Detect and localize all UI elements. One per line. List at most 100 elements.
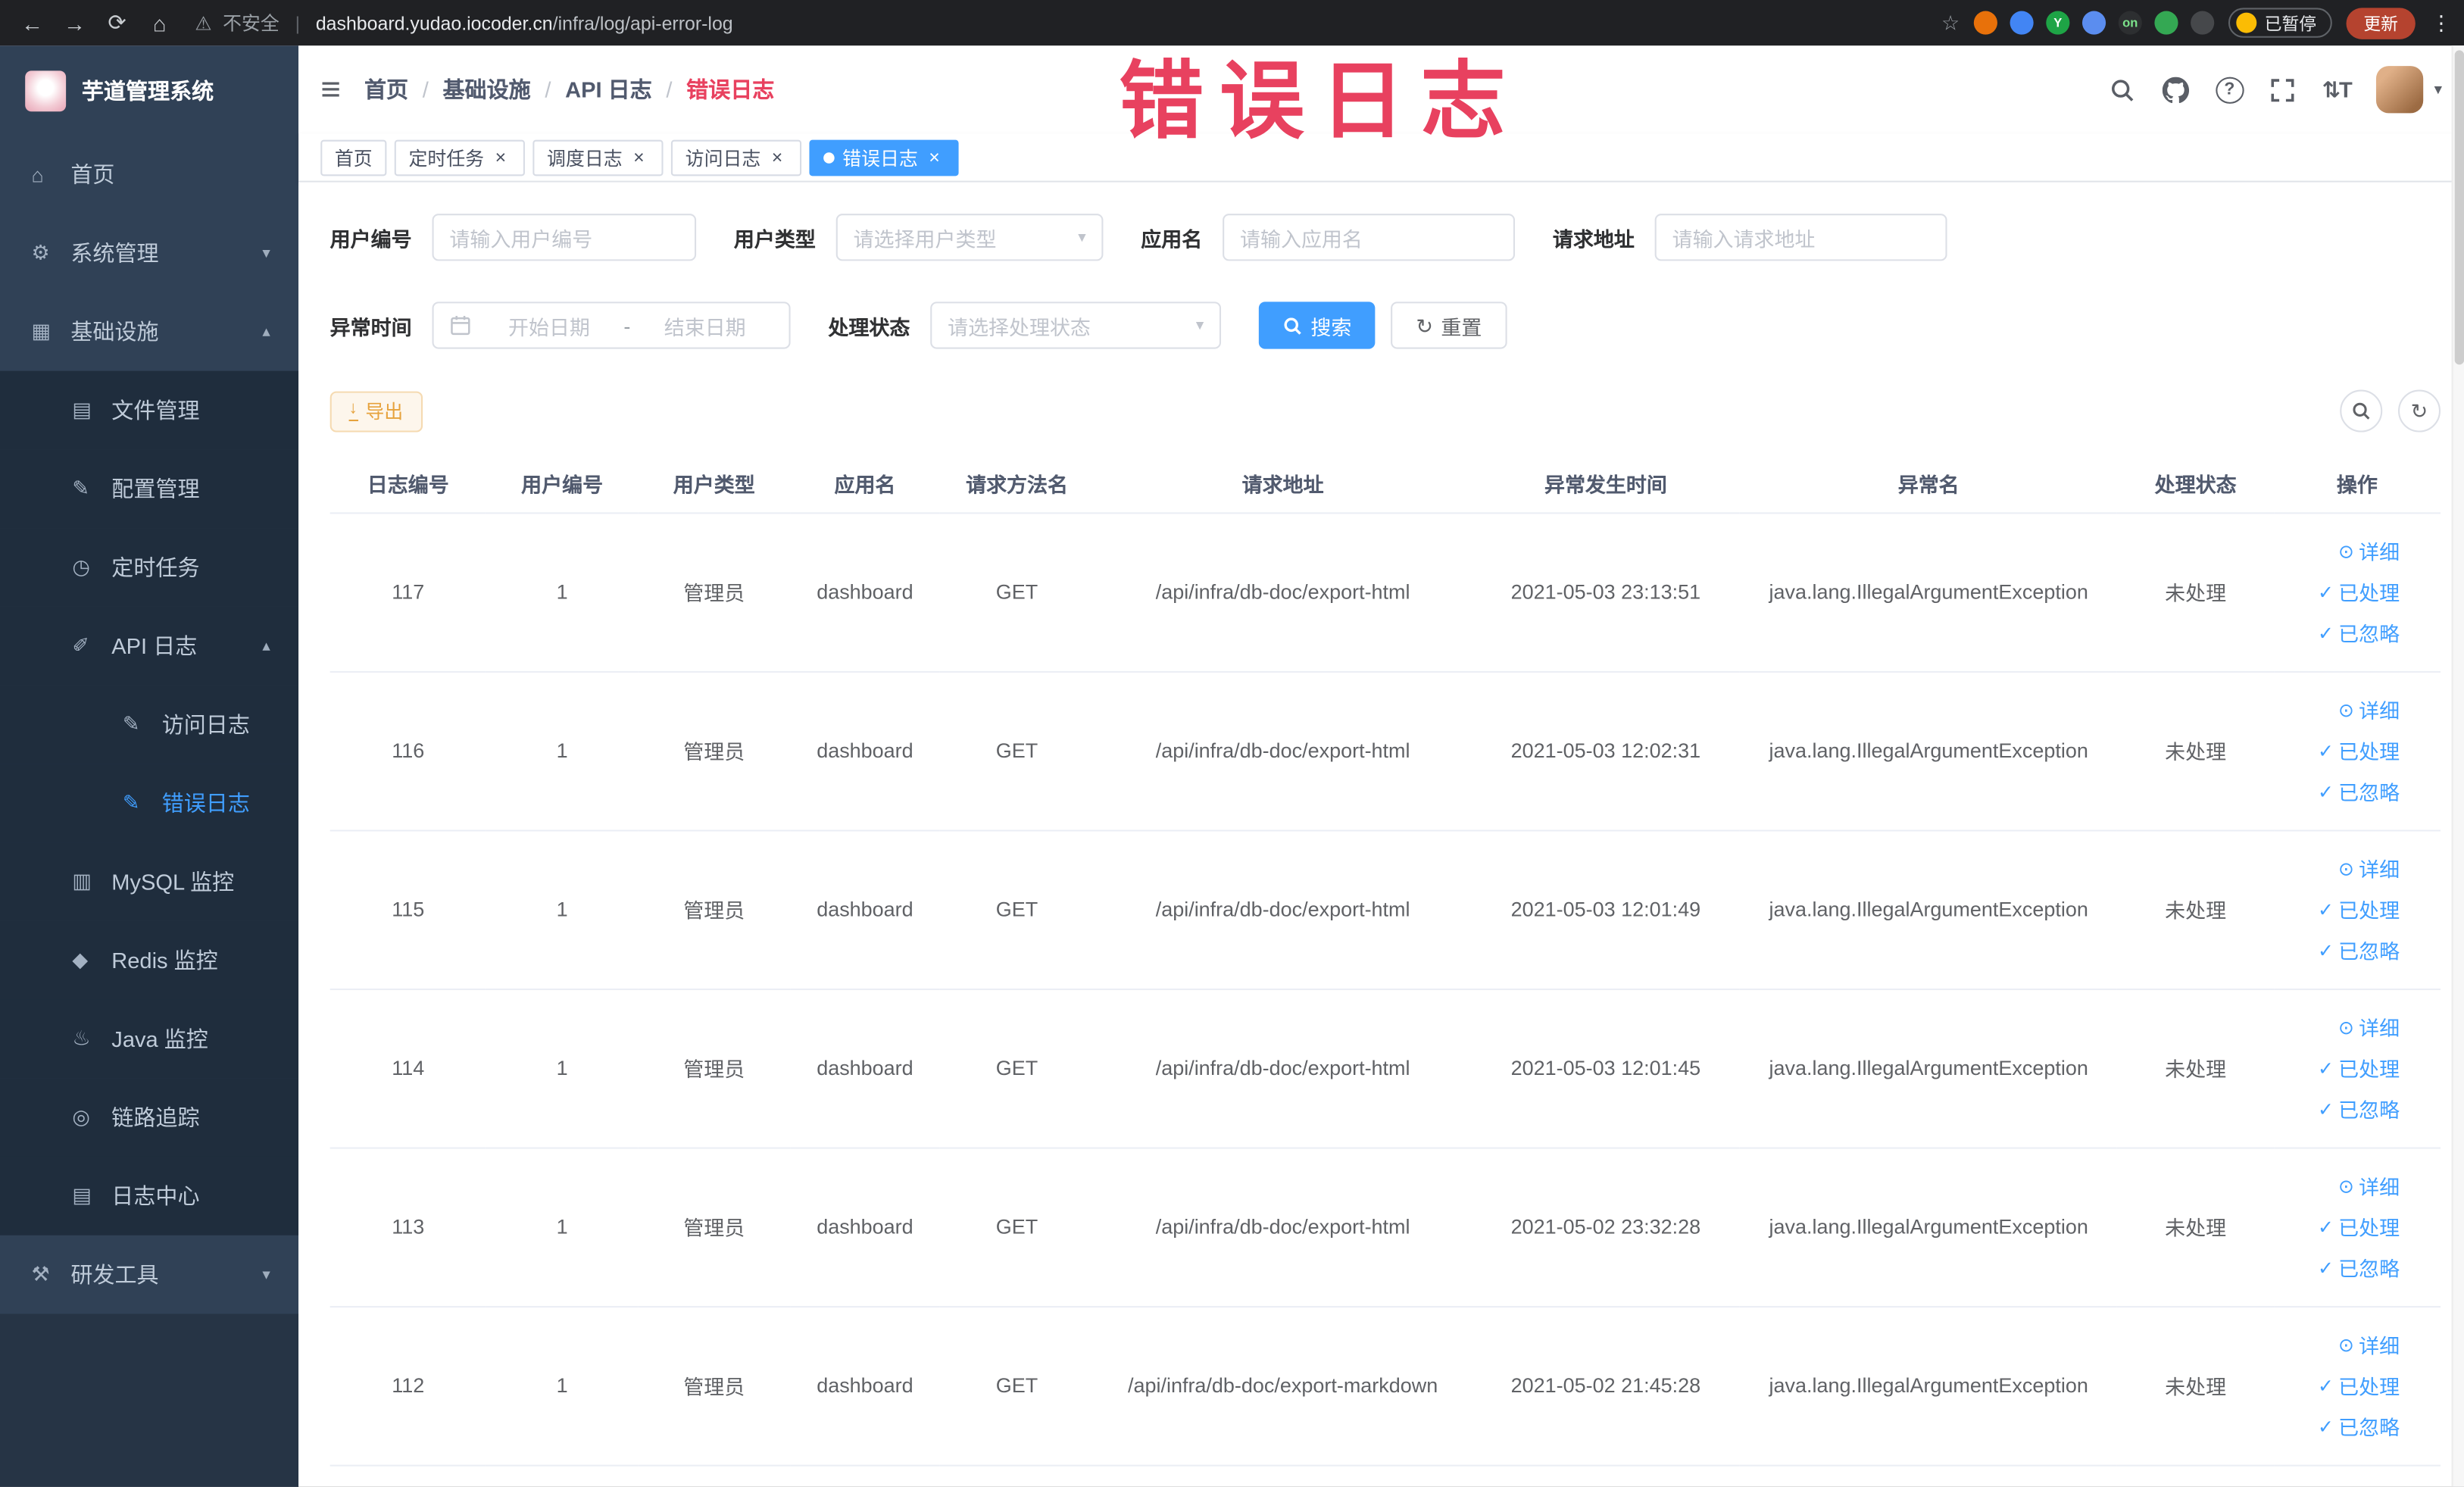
update-button-label: 更新 xyxy=(2363,14,2398,34)
action-processed-link[interactable]: ✓ 已处理 xyxy=(2274,1365,2400,1406)
export-button[interactable]: ↓ 导出 xyxy=(329,390,423,432)
extension-leaf-icon[interactable] xyxy=(2154,11,2178,35)
check-icon: ✓ xyxy=(2318,739,2334,762)
chevron-down-icon: ▾ xyxy=(1195,317,1204,334)
sidebar-item-api-log[interactable]: ✐ API 日志 ▴ xyxy=(0,606,299,686)
address-bar[interactable]: ⚠ 不安全 | dashboard.yudao.iocoder.cn/infra… xyxy=(195,9,732,36)
browser-home-icon[interactable]: ⌂ xyxy=(140,3,180,42)
tags-view-tab-2[interactable]: 调度日志 × xyxy=(532,139,664,176)
sidebar-item-mysql[interactable]: ▥ MySQL 监控 xyxy=(0,842,299,921)
browser-menu-icon[interactable]: ⋮ xyxy=(2431,10,2452,35)
action-detail-link[interactable]: ⊙ 详细 xyxy=(2274,1324,2400,1365)
sidebar-item-job[interactable]: ◷ 定时任务 xyxy=(0,528,299,607)
request-url-input[interactable]: 请输入请求地址 xyxy=(1654,214,1947,261)
sidebar-item-trace[interactable]: ◎ 链路追踪 xyxy=(0,1078,299,1157)
update-button[interactable]: 更新 xyxy=(2346,7,2416,39)
sidebar-item-error-log[interactable]: ✎ 错误日志 xyxy=(0,764,299,843)
app-name-input[interactable]: 请输入应用名 xyxy=(1223,214,1516,261)
emoji-icon xyxy=(2236,12,2257,33)
close-tab-icon[interactable]: × xyxy=(767,146,788,168)
sidebar-item-label: 基础设施 xyxy=(70,319,159,345)
search-button[interactable]: 搜索 xyxy=(1258,301,1376,349)
back-icon[interactable]: ← xyxy=(13,3,52,42)
check-icon: ✓ xyxy=(2318,1057,2334,1079)
sidebar-item-log-center[interactable]: ▤ 日志中心 xyxy=(0,1156,299,1236)
table-row: 112 1 管理员 dashboard GET/api/infra/db-doc/exp… xyxy=(329,1306,2441,1466)
sidebar-item-home[interactable]: ⌂ 首页 xyxy=(0,135,298,214)
tags-view-tab-4[interactable]: 错误日志 × xyxy=(809,139,959,176)
sidebar-item-config[interactable]: ✎ 配置管理 xyxy=(0,449,299,529)
timer-icon: ◷ xyxy=(72,555,90,579)
action-ignored-link[interactable]: ✓ 已忽略 xyxy=(2274,1089,2400,1129)
hide-search-button[interactable] xyxy=(2340,389,2383,433)
filter-user-id: 用户编号 请输入用户编号 xyxy=(330,214,697,261)
chevron-down-icon[interactable]: ▾ xyxy=(2434,81,2442,98)
tags-view-tab-3[interactable]: 访问日志 × xyxy=(670,139,802,176)
forward-icon[interactable]: → xyxy=(55,3,95,42)
action-ignored-link[interactable]: ✓ 已忽略 xyxy=(2274,1247,2400,1288)
action-processed-link[interactable]: ✓ 已处理 xyxy=(2274,571,2400,612)
extension-green-y-icon[interactable]: Y xyxy=(2046,11,2070,35)
font-size-icon[interactable]: ⇅T xyxy=(2322,76,2353,104)
chevron-down-icon: ▾ xyxy=(1078,228,1086,246)
sidebar-item-access-log[interactable]: ✎ 访问日志 xyxy=(0,685,299,764)
extension-orange-icon[interactable] xyxy=(1973,11,1997,35)
sidebar-item-infra[interactable]: ▦ 基础设施 ▴ xyxy=(0,292,298,371)
eye-icon: ⊙ xyxy=(2338,1174,2354,1197)
hamburger-icon[interactable]: ≡ xyxy=(320,69,341,110)
extension-grid-icon[interactable] xyxy=(2081,11,2106,35)
extension-paw-icon[interactable] xyxy=(2191,11,2215,35)
tags-view-tab-1[interactable]: 定时任务 × xyxy=(394,139,526,176)
fullscreen-icon[interactable] xyxy=(2269,76,2297,104)
scrollbar-thumb[interactable] xyxy=(2454,50,2464,365)
breadcrumb-item[interactable]: 基础设施 xyxy=(443,74,531,105)
user-id-input[interactable]: 请输入用户编号 xyxy=(432,214,697,261)
filter-process-status: 处理状态 请选择处理状态 ▾ xyxy=(828,301,1222,349)
action-processed-link[interactable]: ✓ 已处理 xyxy=(2274,730,2400,771)
action-processed-link[interactable]: ✓ 已处理 xyxy=(2274,889,2400,929)
action-detail-link[interactable]: ⊙ 详细 xyxy=(2274,530,2400,571)
sidebar-item-java[interactable]: ♨ Java 监控 xyxy=(0,999,299,1079)
action-detail-link[interactable]: ⊙ 详细 xyxy=(2274,848,2400,889)
refresh-table-button[interactable]: ↻ xyxy=(2397,389,2441,433)
reset-button[interactable]: ↻ 重置 xyxy=(1391,301,1507,349)
search-icon[interactable] xyxy=(2109,76,2137,104)
breadcrumb-item[interactable]: 首页 xyxy=(364,74,408,105)
help-icon[interactable]: ? xyxy=(2215,76,2244,103)
action-detail-link[interactable]: ⊙ 详细 xyxy=(2274,1165,2400,1206)
app-logo[interactable]: 芋道管理系统 xyxy=(0,45,298,135)
tags-view-tab-0[interactable]: 首页 xyxy=(320,139,387,176)
action-detail-link[interactable]: ⊙ 详细 xyxy=(2274,1007,2400,1048)
breadcrumb-item[interactable]: API 日志 xyxy=(565,74,652,105)
action-processed-link[interactable]: ✓ 已处理 xyxy=(2274,1048,2400,1089)
exception-time-range-picker[interactable]: 开始日期 - 结束日期 xyxy=(432,301,791,349)
cell-request-url: /api/infra/db-doc/export-markdown xyxy=(1094,1306,1472,1466)
github-icon[interactable] xyxy=(2162,76,2190,104)
extension-on-icon[interactable]: on xyxy=(2118,11,2142,35)
action-ignored-link[interactable]: ✓ 已忽略 xyxy=(2274,612,2400,653)
breadcrumb-item[interactable]: 错误日志 xyxy=(686,74,774,105)
bookmark-star-icon[interactable]: ☆ xyxy=(1941,10,1960,35)
paused-badge[interactable]: 已暂停 xyxy=(2228,8,2332,38)
action-label: 已忽略 xyxy=(2338,622,2400,646)
process-status-select[interactable]: 请选择处理状态 ▾ xyxy=(930,301,1222,349)
action-ignored-link[interactable]: ✓ 已忽略 xyxy=(2274,1406,2400,1447)
extension-blue-icon[interactable] xyxy=(2010,11,2034,35)
close-tab-icon[interactable]: × xyxy=(490,146,511,168)
process-status-label: 处理状态 xyxy=(828,314,910,339)
reload-icon[interactable]: ⟳ xyxy=(98,3,137,42)
page-scrollbar[interactable] xyxy=(2451,45,2464,1487)
action-detail-link[interactable]: ⊙ 详细 xyxy=(2274,689,2400,730)
user-type-select[interactable]: 请选择用户类型 ▾ xyxy=(835,214,1104,261)
page-content: 用户编号 请输入用户编号 用户类型 请选择用户类型 ▾ 应用名 请输入应用名 请… xyxy=(298,182,2464,1487)
close-tab-icon[interactable]: × xyxy=(629,146,649,168)
sidebar-item-file[interactable]: ▤ 文件管理 xyxy=(0,370,299,450)
action-ignored-link[interactable]: ✓ 已忽略 xyxy=(2274,929,2400,970)
sidebar-item-redis[interactable]: ◆ Redis 监控 xyxy=(0,920,299,1000)
close-tab-icon[interactable]: × xyxy=(924,146,945,168)
user-avatar[interactable] xyxy=(2375,66,2424,114)
sidebar-item-dev-tools[interactable]: ⚒ 研发工具 ▾ xyxy=(0,1236,298,1314)
action-ignored-link[interactable]: ✓ 已忽略 xyxy=(2274,771,2400,812)
action-processed-link[interactable]: ✓ 已处理 xyxy=(2274,1206,2400,1247)
sidebar-item-system[interactable]: ⚙ 系统管理 ▾ xyxy=(0,214,298,292)
